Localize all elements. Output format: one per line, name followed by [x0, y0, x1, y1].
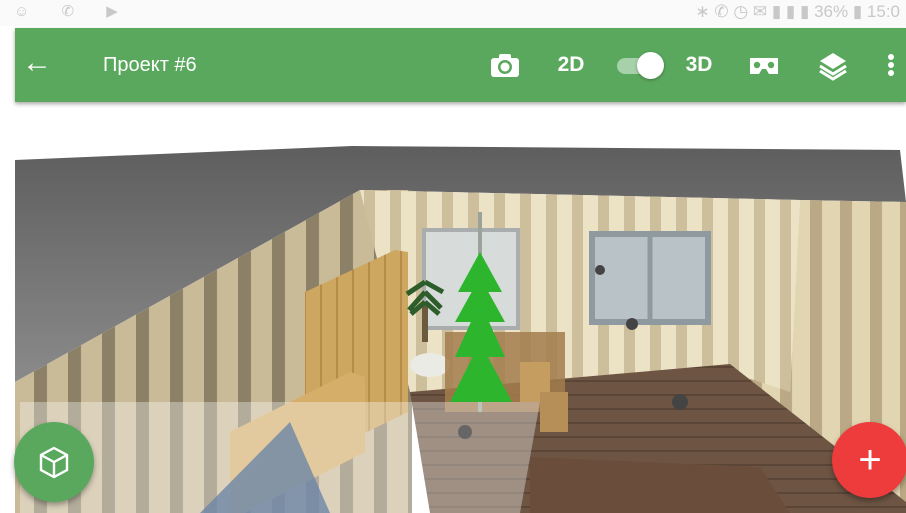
more-vert-icon[interactable] [881, 48, 901, 82]
app-toolbar: ← Проект #6 2D 3D [15, 28, 906, 102]
layers-icon[interactable] [815, 48, 851, 82]
toggle-thumb [637, 52, 664, 79]
mode-3d-button[interactable]: 3D [679, 48, 719, 82]
mode-2d-button[interactable]: 2D [551, 48, 591, 82]
wall-lamp [626, 318, 638, 330]
cube-icon [39, 446, 69, 479]
project-title: Проект #6 [103, 54, 197, 76]
round-table [410, 353, 450, 377]
add-button[interactable]: + [832, 422, 906, 498]
3d-room-scene [15, 146, 906, 513]
status-right-indicators: ∗ ✆ ◷ ✉ ▮ ▮ ▮ 36% ▮ 15:0 [695, 2, 900, 21]
status-bar: ☺ ✆ ▶ ∗ ✆ ◷ ✉ ▮ ▮ ▮ 36% ▮ 15:0 [0, 0, 906, 26]
floor-lamp [672, 394, 688, 410]
view-cube-button[interactable] [14, 422, 94, 502]
view-mode-toggle[interactable] [617, 52, 664, 79]
status-left-icons: ☺ ✆ ▶ [14, 3, 132, 20]
desk-lamp [458, 425, 472, 439]
chair [540, 392, 568, 432]
wall-lamp [595, 265, 605, 275]
vr-cardboard-icon[interactable] [745, 48, 783, 82]
camera-icon[interactable] [487, 48, 523, 82]
arrow-back-icon[interactable]: ← [21, 48, 53, 80]
3d-viewport[interactable] [0, 102, 906, 513]
